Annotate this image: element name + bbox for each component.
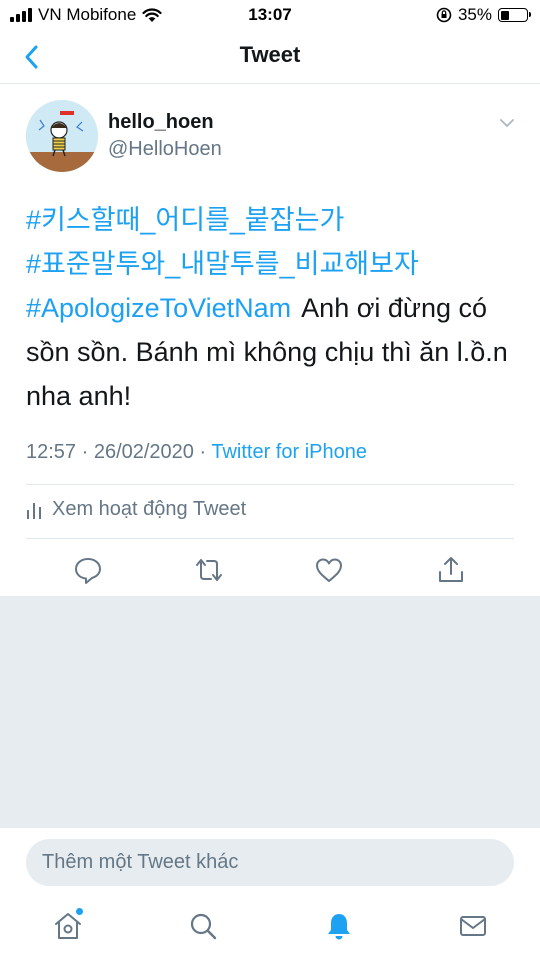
messages-icon[interactable]: [457, 910, 489, 942]
tweet-actions: [0, 552, 540, 594]
status-bar: VN Mobifone 13:07 35%: [0, 0, 540, 30]
reply-input[interactable]: Thêm một Tweet khác: [26, 839, 514, 886]
search-icon[interactable]: [187, 910, 219, 942]
tweet-activity-button[interactable]: Xem hoạt động Tweet: [26, 498, 246, 521]
chevron-down-icon[interactable]: [497, 113, 517, 133]
like-icon[interactable]: [313, 554, 345, 586]
page-title: Tweet: [239, 42, 301, 67]
tweet-timestamp: 12:57 · 26/02/2020 ·: [26, 441, 212, 463]
divider: [26, 484, 514, 485]
nav-bar: Tweet: [0, 30, 540, 84]
tab-bar: [0, 896, 540, 960]
orientation-lock-icon: [436, 7, 452, 23]
avatar[interactable]: [26, 100, 98, 172]
analytics-icon: [27, 502, 41, 519]
empty-replies-area: [0, 596, 540, 828]
share-icon[interactable]: [435, 554, 467, 586]
battery-info: 35%: [436, 5, 531, 25]
avatar-image: [26, 100, 98, 172]
battery-percent: 35%: [457, 5, 492, 24]
tweet-activity-label: Xem hoạt động Tweet: [52, 498, 247, 520]
tweet-source-link[interactable]: Twitter for iPhone: [211, 441, 367, 463]
user-handle[interactable]: @HelloHoen: [108, 138, 222, 161]
tweet-text: #키스할때_어디를_붙잡는가 #표준말투와_내말투를_비교해보자 #Apolog…: [26, 198, 521, 418]
battery-icon: [498, 8, 531, 22]
retweet-icon[interactable]: [193, 554, 225, 586]
new-tweets-dot: [76, 908, 83, 915]
divider: [26, 538, 514, 539]
display-name[interactable]: hello_hoen: [108, 111, 214, 134]
hashtag-link[interactable]: #키스할때_어디를_붙잡는가: [26, 205, 344, 235]
tweet-meta: 12:57 · 26/02/2020 · Twitter for iPhone: [26, 441, 367, 464]
hashtag-link[interactable]: #ApologizeToVietNam: [26, 293, 291, 323]
notifications-icon[interactable]: [323, 910, 355, 942]
hashtag-link[interactable]: #표준말투와_내말투를_비교해보자: [26, 249, 419, 279]
reply-icon[interactable]: [72, 554, 104, 586]
